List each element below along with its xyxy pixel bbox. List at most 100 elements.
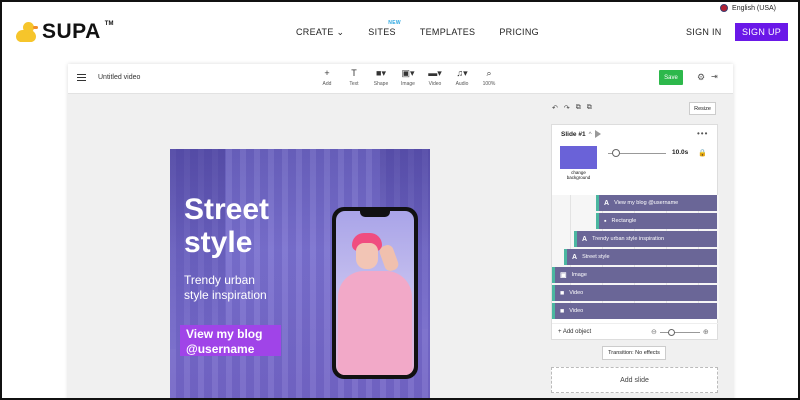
tool-zoom[interactable]: ⌕ 100%	[482, 68, 496, 87]
slide-canvas[interactable]: Street style Trendy urban style inspirat…	[170, 149, 430, 398]
document-title[interactable]: Untitled video	[98, 74, 140, 81]
phone-mockup[interactable]	[332, 207, 418, 379]
zoom-in-icon[interactable]: ⊕	[703, 328, 709, 336]
sign-up-button[interactable]: SIGN UP	[735, 23, 788, 41]
person-face	[356, 243, 378, 269]
layer-row[interactable]: A Street style	[564, 249, 717, 265]
us-flag-icon	[720, 4, 729, 12]
nav-templates[interactable]: TEMPLATES	[420, 27, 476, 38]
layer-row[interactable]: A View my blog @username	[596, 195, 717, 211]
layer-label: Video	[569, 290, 584, 296]
nav-sites[interactable]: NEW SITES	[368, 20, 400, 38]
new-badge: NEW	[388, 20, 401, 26]
logo-text: SUPA	[42, 20, 101, 43]
save-button[interactable]: Save	[659, 70, 683, 85]
slide-title-label: Slide #1	[561, 131, 586, 138]
layer-row[interactable]: ▣ Image	[552, 267, 717, 283]
headline-text[interactable]: Street style	[184, 193, 269, 259]
add-slide-button[interactable]: Add slide	[551, 367, 718, 393]
video-layer-icon: ■	[560, 307, 565, 315]
zoom-level: 100%	[482, 81, 496, 87]
language-selector[interactable]: English (USA)	[720, 4, 776, 12]
tool-label: Audio	[455, 81, 469, 87]
slide-panel: Slide #1 ^ ••• change background 10.0s 🔒 …	[551, 124, 719, 340]
layer-label: View my blog @username	[614, 200, 679, 206]
change-background-label: change background	[560, 169, 597, 182]
exit-icon[interactable]: ⇥	[711, 72, 718, 81]
shape-icon: ■▾	[376, 68, 386, 78]
cta-line-2: @username	[186, 342, 255, 356]
text-icon: T	[351, 68, 357, 78]
layer-row[interactable]: ■ Video	[552, 303, 717, 319]
layer-row[interactable]: ■ Video	[552, 285, 717, 301]
headline-line-1: Street	[184, 193, 270, 226]
person-hand	[377, 243, 401, 273]
timeline-zoom-thumb[interactable]	[667, 328, 675, 336]
gear-icon[interactable]: ⚙	[697, 72, 705, 83]
cta-box[interactable]: View my blog @username	[180, 325, 281, 356]
copy-icon[interactable]: ⧉	[576, 104, 581, 112]
tool-text[interactable]: T Text	[347, 68, 361, 87]
tool-label: Image	[401, 81, 415, 87]
phone-screen-video	[336, 211, 414, 375]
person-hoodie	[338, 271, 412, 375]
add-object-button[interactable]: + Add object	[558, 329, 591, 335]
cta-line-1: View my blog	[186, 327, 263, 341]
layer-row[interactable]: A Trendy urban style inspiration	[574, 231, 717, 247]
rectangle-layer-icon: ▪	[604, 217, 607, 225]
layer-row[interactable]: ▪ Rectangle	[596, 213, 717, 229]
duck-logo-icon	[14, 21, 38, 43]
play-icon[interactable]	[595, 130, 601, 138]
headline-line-2: style	[184, 226, 253, 259]
tool-shape[interactable]: ■▾ Shape	[374, 68, 388, 87]
video-editor: Untitled video + Add T Text ■▾ Shape ▣▾ …	[68, 64, 733, 398]
more-options-icon[interactable]: •••	[697, 129, 708, 138]
duration-value: 10.0s	[672, 149, 689, 156]
text-layer-icon: A	[582, 235, 588, 243]
layer-label: Trendy urban style inspiration	[592, 236, 665, 242]
transition-button[interactable]: Transition: No effects	[602, 346, 666, 360]
screenshot-frame: English (USA) SUPA TM CREATE ⌄ NEW SITES…	[0, 0, 800, 400]
tool-image[interactable]: ▣▾ Image	[401, 68, 415, 87]
tool-video[interactable]: ▬▾ Video	[428, 68, 442, 87]
text-layer-icon: A	[572, 253, 578, 261]
subtitle-line-1: Trendy urban	[184, 273, 255, 287]
slide-title[interactable]: Slide #1 ^	[561, 131, 592, 138]
subtitle-line-2: style inspiration	[184, 288, 267, 302]
duration-slider-thumb[interactable]	[612, 149, 620, 157]
nav-pricing-label: PRICING	[499, 27, 539, 37]
image-layer-icon: ▣	[560, 272, 567, 279]
duplicate-icon[interactable]: ⧉	[587, 104, 592, 112]
layer-label: Video	[569, 308, 584, 314]
layer-label: Image	[571, 272, 587, 278]
site-logo[interactable]: SUPA TM	[14, 20, 113, 44]
layer-label: Street style	[582, 254, 610, 260]
logo-trademark: TM	[104, 21, 114, 27]
resize-button[interactable]: Resize	[689, 102, 716, 115]
tool-label: Add	[322, 81, 332, 87]
nav-sites-label: SITES	[368, 27, 396, 37]
plus-icon: +	[324, 68, 330, 78]
undo-icon[interactable]: ↶	[552, 104, 558, 112]
video-layer-icon: ■	[560, 289, 565, 297]
layer-label: Rectangle	[611, 218, 637, 224]
subtitle-text[interactable]: Trendy urban style inspiration	[184, 273, 267, 303]
lock-icon[interactable]: 🔒	[698, 149, 707, 157]
image-icon: ▣▾	[401, 68, 415, 78]
hamburger-menu-icon[interactable]	[77, 74, 86, 81]
sign-in-link[interactable]: SIGN IN	[686, 27, 722, 37]
redo-icon[interactable]: ↷	[564, 104, 570, 112]
phone-notch	[360, 211, 390, 217]
background-swatch[interactable]: change background	[560, 146, 597, 182]
history-controls: ↶ ↷ ⧉ ⧉	[552, 104, 592, 112]
layer-timeline: A View my blog @username ▪ Rectangle A T…	[552, 195, 719, 319]
zoom-out-icon[interactable]: ⊖	[651, 328, 657, 336]
chevron-up-icon[interactable]: ^	[589, 131, 592, 138]
audio-icon: ♫▾	[456, 68, 468, 78]
nav-create[interactable]: CREATE ⌄	[296, 27, 344, 38]
language-label: English (USA)	[732, 4, 776, 12]
tool-audio[interactable]: ♫▾ Audio	[455, 68, 469, 87]
timeline-zoom-slider[interactable]	[659, 328, 700, 336]
tool-add[interactable]: + Add	[320, 68, 334, 87]
nav-pricing[interactable]: PRICING	[499, 27, 539, 38]
